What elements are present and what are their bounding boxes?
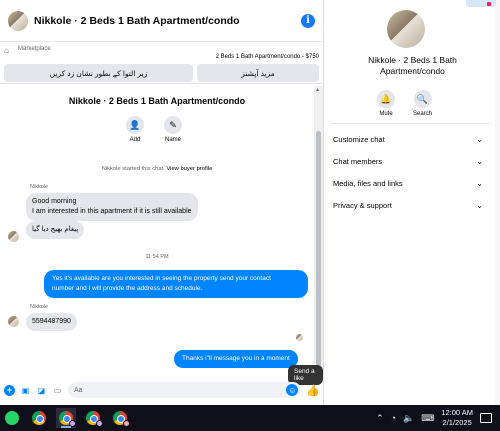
chat-window: Nikkole · 2 Beds 1 Bath Apartment/condo … — [0, 0, 324, 405]
system-message: Nikkole started this chat. View buyer pr… — [0, 166, 314, 172]
section-privacy-support[interactable]: Privacy & support ⌄ — [333, 194, 483, 216]
panel-avatar[interactable] — [387, 10, 425, 48]
scroll-up-icon[interactable]: ▲ — [315, 87, 320, 93]
section-label: Media, files and links — [333, 178, 403, 188]
mark-pending-button[interactable]: زیر التوا کے بطور نشان زد کریں — [4, 64, 194, 82]
clock-date: 2/1/2025 — [442, 418, 472, 427]
add-person-icon: 👤 — [126, 116, 144, 134]
plus-icon[interactable]: + — [4, 384, 15, 396]
chevron-down-icon: ⌄ — [476, 200, 483, 210]
section-label: Privacy & support — [333, 200, 392, 210]
search-button[interactable]: 🔍 Search — [413, 90, 432, 117]
message-line: I am interested in this apartment if it … — [32, 208, 192, 215]
panel-title-line: Apartment/condo — [380, 66, 445, 76]
volume-icon[interactable]: 🔈 — [403, 413, 414, 424]
panel-divider — [330, 123, 490, 124]
sender-avatar[interactable] — [8, 231, 19, 242]
listing-price[interactable]: 2 Beds 1 Bath Apartment/condo - $750 — [216, 54, 319, 60]
pencil-icon: ✎ — [164, 116, 182, 134]
details-panel: Nikkole · 2 Beds 1 Bath Apartment/condo … — [325, 0, 500, 405]
chrome-profile-app[interactable] — [83, 408, 103, 428]
section-chat-members[interactable]: Chat members ⌄ — [333, 150, 483, 172]
section-media-files-links[interactable]: Media, files and links ⌄ — [333, 172, 483, 194]
sticker-icon[interactable]: ◪ — [36, 385, 47, 396]
add-person-button[interactable]: 👤 Add — [126, 116, 144, 143]
message-input-placeholder: Aa — [74, 386, 83, 394]
name-label: Name — [164, 137, 181, 143]
sender-name: Nikkole — [30, 184, 49, 190]
chevron-down-icon: ⌄ — [476, 178, 483, 188]
marketplace-icon: ⌂ — [4, 46, 9, 55]
mute-button[interactable]: 🔔 Mute — [377, 90, 395, 117]
read-receipt-avatar — [296, 334, 303, 341]
system-text: Nikkole started this chat. — [101, 166, 165, 172]
chrome-app[interactable] — [29, 408, 49, 428]
panel-scrollbar[interactable] — [495, 0, 500, 405]
marketplace-bar: ⌂ Marketplace 2 Beds 1 Bath Apartment/co… — [0, 42, 323, 84]
bell-icon: 🔔 — [377, 90, 395, 108]
clock-time: 12:00 AM — [441, 408, 473, 417]
panel-title: Nikkole · 2 Beds 1 Bath Apartment/condo — [325, 55, 500, 77]
info-icon[interactable]: i — [301, 13, 315, 28]
message-line: Yes it's available are you interested in… — [52, 275, 271, 282]
header-title[interactable]: Nikkole · 2 Beds 1 Bath Apartment/condo — [34, 15, 301, 27]
marketplace-label: Marketplace — [18, 46, 51, 52]
clock[interactable]: 12:00 AM 2/1/2025 — [441, 408, 473, 428]
chevron-up-icon[interactable]: ⌃ — [376, 413, 384, 424]
top-strip — [325, 0, 500, 8]
mute-label: Mute — [379, 111, 393, 117]
header-avatar[interactable] — [8, 10, 28, 31]
section-label: Customize chat — [333, 134, 385, 144]
outgoing-message[interactable]: Thanks i"ll message you in a moment — [174, 350, 298, 368]
image-icon[interactable]: ▣ — [20, 385, 31, 396]
window-tab[interactable] — [466, 0, 496, 7]
more-options-button[interactable]: مزید آپشنز — [197, 64, 319, 82]
message-input[interactable]: Aa ☺ — [68, 382, 302, 398]
chevron-down-icon: ⌄ — [476, 134, 483, 144]
composer: + ▣ ◪ ▭ Aa ☺ 👍 — [0, 378, 324, 402]
chevron-down-icon: ⌄ — [476, 156, 483, 166]
whatsapp-app[interactable] — [2, 408, 22, 428]
panel-title-line: Nikkole · 2 Beds 1 Bath — [368, 55, 457, 65]
system-tray: ⌃ ◔ 🔈 ⌨ 12:00 AM 2/1/2025 — [376, 405, 500, 431]
timestamp: 11:54 PM — [145, 254, 169, 260]
profile-badge-icon — [96, 420, 103, 427]
chrome-icon — [32, 411, 46, 425]
add-label: Add — [129, 137, 141, 143]
chrome-profile-app[interactable] — [110, 408, 130, 428]
view-buyer-profile-link[interactable]: View buyer profile — [166, 166, 212, 172]
outgoing-message[interactable]: Yes it's available are you interested in… — [44, 270, 308, 298]
incoming-message[interactable]: 5594487990 — [26, 313, 77, 331]
sender-avatar[interactable] — [8, 316, 19, 327]
profile-badge-icon — [69, 420, 76, 427]
search-icon: 🔍 — [413, 90, 432, 108]
chrome-profile-app[interactable] — [56, 408, 76, 428]
notification-icon[interactable] — [480, 413, 492, 423]
message-line: Good morning — [32, 198, 77, 205]
conversation-title: Nikkole · 2 Beds 1 Bath Apartment/condo — [68, 96, 246, 106]
whatsapp-icon — [5, 411, 19, 425]
sender-name: Nikkole — [30, 304, 49, 310]
wifi-icon[interactable]: ◔ — [391, 413, 396, 423]
incoming-message[interactable]: پیغام بھیج دیا گیا — [26, 221, 85, 239]
search-label: Search — [413, 111, 433, 117]
message-list: Nikkole · 2 Beds 1 Bath Apartment/condo … — [0, 86, 314, 376]
scroll-thumb[interactable] — [316, 131, 321, 371]
emoji-icon[interactable]: ☺ — [286, 384, 299, 396]
taskbar: ⌃ ◔ 🔈 ⌨ 12:00 AM 2/1/2025 — [0, 405, 500, 431]
like-icon[interactable]: 👍 — [306, 384, 320, 397]
gif-icon[interactable]: ▭ — [52, 385, 63, 396]
incoming-message[interactable]: Good morning I am interested in this apa… — [26, 193, 198, 221]
language-icon[interactable]: ⌨ — [421, 413, 434, 424]
chat-header: Nikkole · 2 Beds 1 Bath Apartment/condo … — [0, 0, 323, 42]
message-scrollbar[interactable]: ▲ — [314, 86, 323, 376]
name-chat-button[interactable]: ✎ Name — [164, 116, 182, 143]
profile-badge-icon — [123, 420, 130, 427]
section-customize-chat[interactable]: Customize chat ⌄ — [333, 128, 483, 150]
section-label: Chat members — [333, 156, 383, 166]
panel-sections: Customize chat ⌄ Chat members ⌄ Media, f… — [333, 128, 483, 216]
screen: Nikkole · 2 Beds 1 Bath Apartment/condo … — [0, 0, 500, 431]
message-line: number and I will provide the address an… — [52, 285, 203, 292]
